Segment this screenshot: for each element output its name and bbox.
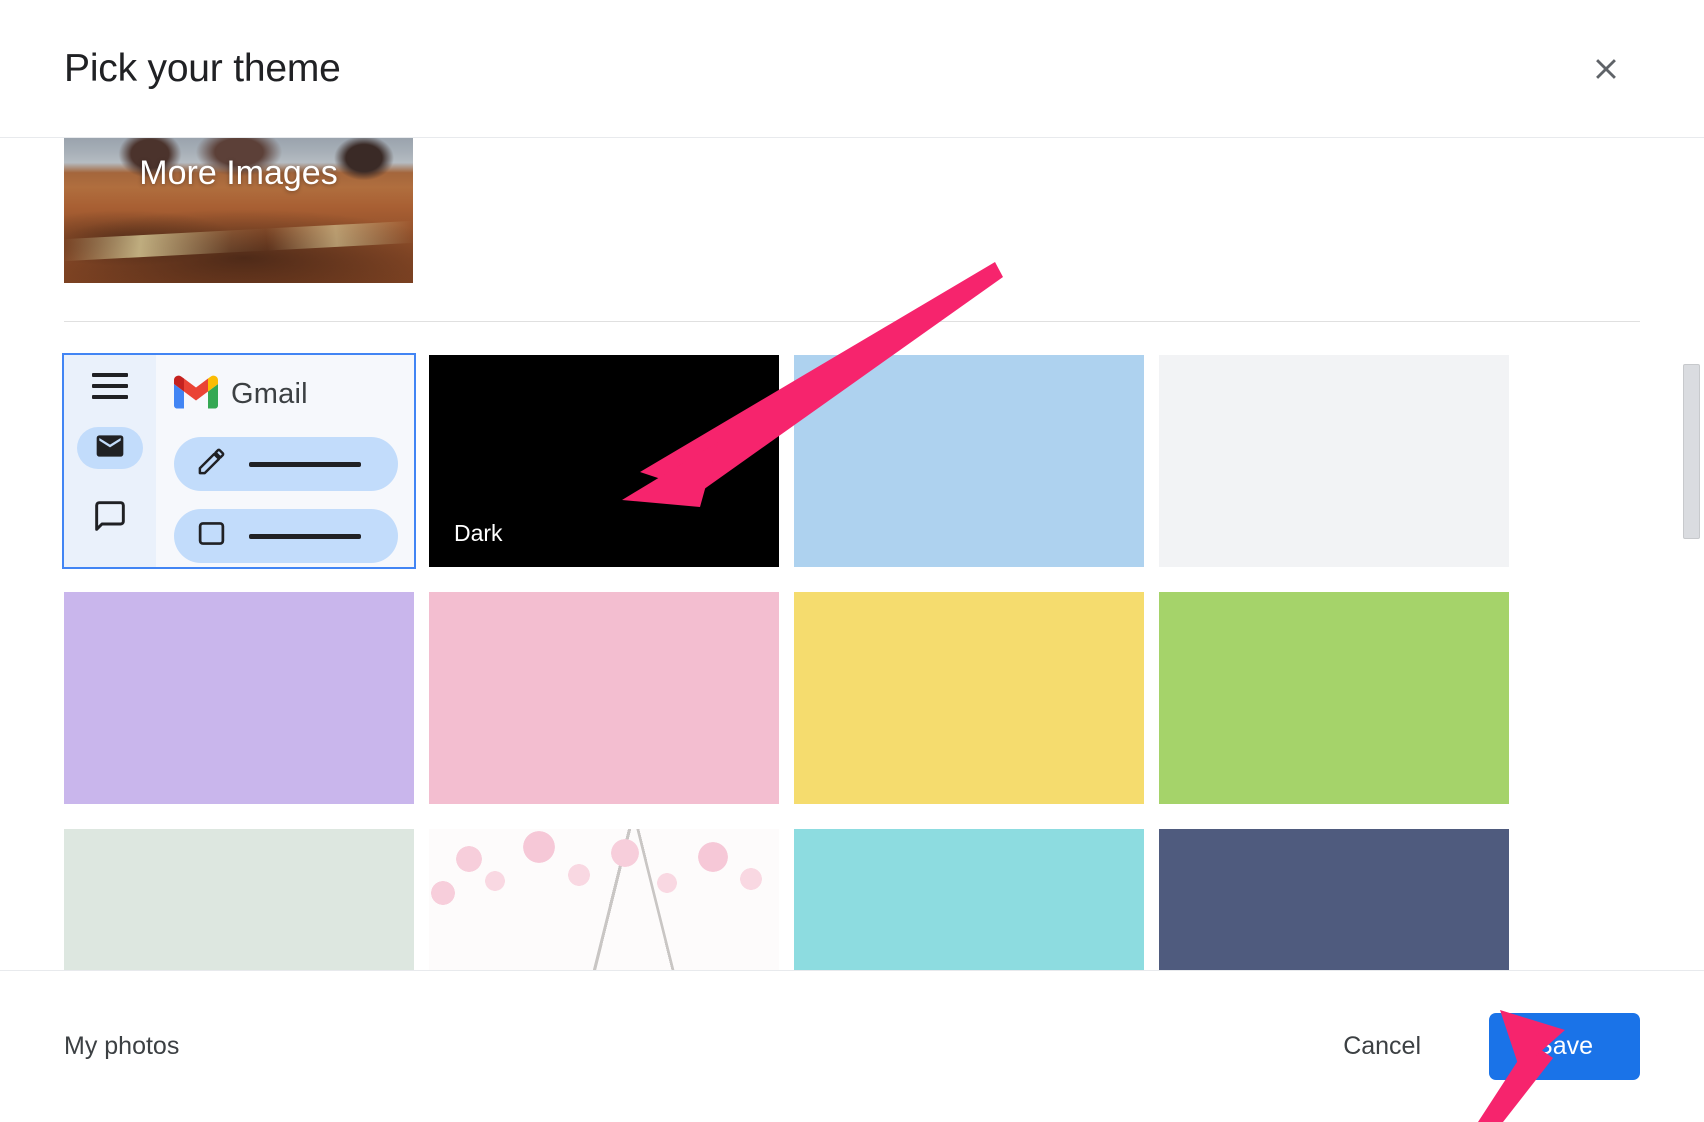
theme-tile-pink[interactable] [429,592,779,804]
close-button[interactable] [1578,41,1634,97]
preview-mail-pill [77,427,143,469]
theme-tile-mint[interactable] [64,829,414,970]
pencil-compose-icon [196,446,227,482]
preview-chat-item [77,497,143,539]
theme-tile-slate-blue[interactable] [1159,829,1509,970]
dialog-body: More Images Gmail Dark [0,138,1704,970]
gmail-brand: Gmail [174,373,398,415]
theme-tile-turquoise[interactable] [794,829,1144,970]
scrollbar-thumb[interactable] [1683,364,1700,539]
preview-compose-row [174,437,398,491]
theme-grid: Gmail Dark [62,322,1640,970]
theme-tile-default-light[interactable]: Gmail [62,353,416,569]
more-images-tile[interactable]: More Images [64,138,413,283]
theme-tile-lavender[interactable] [64,592,414,804]
more-images-row: More Images [64,138,1640,288]
theme-tile-dark[interactable]: Dark [429,355,779,567]
more-images-label: More Images [139,154,338,192]
theme-tile-yellow[interactable] [794,592,1144,804]
chat-bubble-icon [94,500,126,537]
preview-nav-rail [64,355,156,567]
scrollbar-track[interactable] [1680,277,1701,817]
theme-tile-off-white[interactable] [1159,355,1509,567]
gmail-brand-label: Gmail [231,377,308,410]
close-icon [1589,52,1623,86]
save-button[interactable]: Save [1489,1013,1640,1080]
gmail-preview: Gmail [64,355,414,567]
preview-main-pane: Gmail [156,355,414,567]
page-title: Pick your theme [64,47,341,90]
theme-scroll-area[interactable]: More Images Gmail Dark [0,138,1704,970]
pick-theme-dialog: Pick your theme More Images Gmail Dark M… [0,0,1704,1122]
preview-inbox-row [174,509,398,563]
cancel-button[interactable]: Cancel [1319,1018,1445,1075]
theme-tile-green[interactable] [1159,592,1509,804]
gmail-logo-icon [174,375,218,414]
theme-tile-light-blue[interactable] [794,355,1144,567]
hamburger-menu-icon [92,373,128,399]
inbox-icon [196,518,227,554]
mail-icon [94,430,126,467]
preview-compose-line [249,461,361,467]
dialog-header: Pick your theme [0,0,1704,138]
my-photos-link[interactable]: My photos [64,1032,179,1061]
dialog-footer: My photos Cancel Save [0,970,1704,1122]
theme-tile-cherry-blossom[interactable] [429,829,779,970]
theme-tile-dark-label: Dark [454,520,503,546]
preview-inbox-line [249,533,361,539]
